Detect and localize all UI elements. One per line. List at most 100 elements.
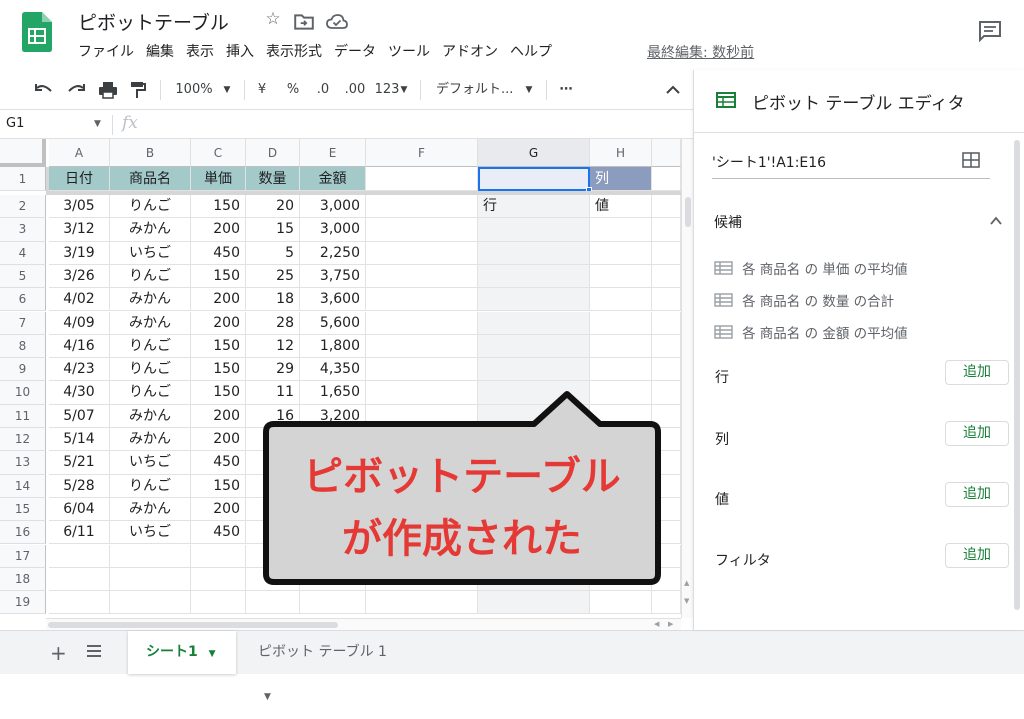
cell-c8[interactable]: 150 [191,334,246,359]
column-header-d[interactable]: D [246,139,300,167]
cell-b7[interactable]: みかん [110,311,191,335]
cell-g7[interactable] [478,311,590,335]
menu-help[interactable]: ヘルプ [504,42,558,62]
row-header-8[interactable]: 8 [0,334,46,359]
suggestion-item[interactable]: 各 商品名 の 数量 の合計 [714,290,894,310]
tab-dropdown-icon[interactable]: ▼ [264,692,271,702]
cell-a6[interactable]: 4/02 [49,288,110,312]
column-header-c[interactable]: C [191,139,246,167]
cell-i8[interactable] [652,334,681,359]
cell-e6[interactable]: 3,600 [300,288,366,312]
cell-h4[interactable] [590,241,652,265]
panel-scrollbar[interactable] [1014,140,1020,610]
cell-g6[interactable] [478,288,590,312]
cell-c3[interactable]: 200 [191,218,246,242]
chevron-up-icon[interactable] [989,214,1003,228]
cell-c6[interactable]: 200 [191,288,246,312]
cell-d9[interactable]: 29 [246,358,300,382]
cell-a18[interactable] [49,567,110,592]
cell-i3[interactable] [652,218,681,242]
cell-c7[interactable]: 200 [191,311,246,335]
percent-button[interactable]: % [284,70,302,110]
cell-i7[interactable] [652,311,681,335]
cell-c1[interactable]: 単価 [191,167,246,191]
vertical-scrollbar[interactable]: ▲ ▼ [681,139,693,618]
cell-a17[interactable] [49,544,110,568]
paint-format-icon[interactable] [130,81,146,99]
cell-a15[interactable]: 6/04 [49,497,110,522]
row-header-5[interactable]: 5 [0,264,46,289]
row-header-19[interactable]: 19 [0,591,46,615]
menu-addons[interactable]: アドオン [436,42,504,62]
chevron-up-icon[interactable] [665,82,681,98]
row-header-2[interactable]: 2 [0,195,46,219]
add-rows-button[interactable]: 追加 [945,360,1009,385]
cell-b13[interactable]: いちご [110,451,191,475]
cell-h19[interactable] [590,591,652,615]
increase-decimal-button[interactable]: .00 [342,70,368,110]
cell-d7[interactable]: 28 [246,311,300,335]
cell-h1[interactable]: 列 [590,167,652,191]
menu-file[interactable]: ファイル [78,42,140,62]
add-values-button[interactable]: 追加 [945,482,1009,507]
column-header-b[interactable]: B [110,139,191,167]
cell-f9[interactable] [366,358,478,382]
cell-g1[interactable] [478,167,590,191]
cell-h3[interactable] [590,218,652,242]
cell-f4[interactable] [366,241,478,265]
cell-h8[interactable] [590,334,652,359]
cell-g19[interactable] [478,591,590,615]
cell-h5[interactable] [590,264,652,289]
cell-h7[interactable] [590,311,652,335]
cell-b19[interactable] [110,591,191,615]
row-header-16[interactable]: 16 [0,521,46,545]
cell-f5[interactable] [366,264,478,289]
cell-g4[interactable] [478,241,590,265]
font-dropdown-icon[interactable]: ▼ [522,70,536,110]
add-filter-button[interactable]: 追加 [945,543,1009,568]
cell-e19[interactable] [300,591,366,615]
cell-b2[interactable]: りんご [110,195,191,219]
star-icon[interactable]: ☆ [262,9,284,31]
cell-a11[interactable]: 5/07 [49,404,110,428]
cell-d2[interactable]: 20 [246,195,300,219]
cell-g3[interactable] [478,218,590,242]
cell-h6[interactable] [590,288,652,312]
cell-f19[interactable] [366,591,478,615]
cell-a4[interactable]: 3/19 [49,241,110,265]
cell-c9[interactable]: 150 [191,358,246,382]
cell-f1[interactable] [366,167,478,191]
cell-c15[interactable]: 200 [191,497,246,522]
more-formats-button[interactable]: 123 [374,70,400,110]
row-header-18[interactable]: 18 [0,567,46,592]
sheet-tab-pivot1[interactable]: ピボット テーブル 1 ▼ [240,631,420,702]
column-header-g[interactable]: G [478,139,590,167]
cloud-status-icon[interactable] [326,11,348,33]
row-header-15[interactable]: 15 [0,497,46,522]
undo-icon[interactable] [34,82,54,98]
column-header-h[interactable]: H [590,139,652,167]
menu-view[interactable]: 表示 [180,42,220,62]
cell-g2[interactable]: 行 [478,195,590,219]
cell-a7[interactable]: 4/09 [49,311,110,335]
select-range-grid-icon[interactable] [962,152,980,168]
data-range-field[interactable]: 'シート1'!A1:E16 [712,152,826,172]
vertical-scroll-thumb[interactable] [685,197,691,227]
scroll-down-icon[interactable]: ▼ [684,597,689,605]
row-header-12[interactable]: 12 [0,428,46,452]
cell-a1[interactable]: 日付 [49,167,110,191]
row-header-9[interactable]: 9 [0,358,46,382]
cell-a8[interactable]: 4/16 [49,334,110,359]
zoom-select[interactable]: 100% [172,70,216,110]
cell-b18[interactable] [110,567,191,592]
add-columns-button[interactable]: 追加 [945,421,1009,446]
cell-e2[interactable]: 3,000 [300,195,366,219]
cell-a9[interactable]: 4/23 [49,358,110,382]
cell-c12[interactable]: 200 [191,428,246,452]
cell-b17[interactable] [110,544,191,568]
row-header-4[interactable]: 4 [0,241,46,265]
cell-a12[interactable]: 5/14 [49,428,110,452]
cell-c16[interactable]: 450 [191,521,246,545]
cell-d1[interactable]: 数量 [246,167,300,191]
cell-c11[interactable]: 200 [191,404,246,428]
